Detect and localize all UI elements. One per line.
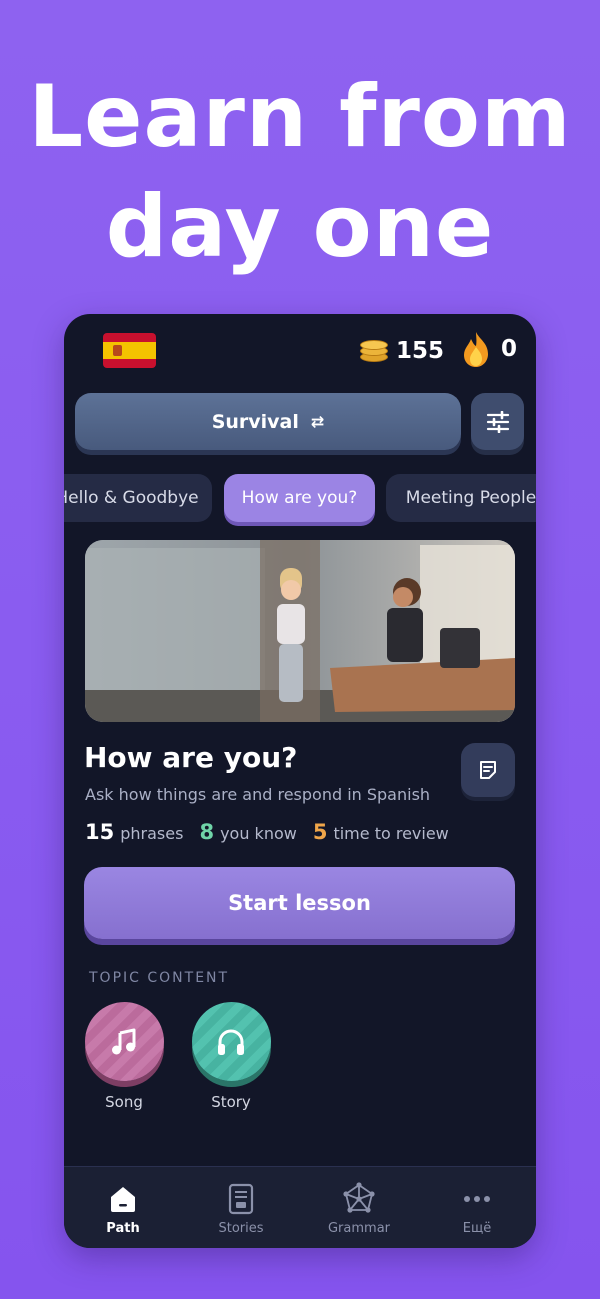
nav-label: Stories	[218, 1221, 264, 1236]
flame-icon	[464, 332, 488, 367]
nav-label: Ещё	[462, 1221, 492, 1236]
sliders-icon	[486, 410, 509, 433]
more-icon	[464, 1196, 490, 1202]
nav-path[interactable]: Path	[64, 1167, 182, 1248]
story-item[interactable]: Story	[191, 1002, 271, 1111]
phrases-label: phrases	[120, 824, 184, 843]
nav-label: Path	[106, 1221, 140, 1236]
coins-counter[interactable]: 155	[360, 338, 444, 364]
topic-content-heading: TOPIC CONTENT	[89, 970, 230, 986]
tab-hello-goodbye[interactable]: Hello & Goodbye	[64, 474, 212, 522]
lesson-illustration	[85, 540, 515, 722]
tab-label: Meeting People	[405, 488, 536, 508]
nav-grammar[interactable]: Grammar	[300, 1167, 418, 1248]
streak-counter[interactable]: 0	[459, 330, 517, 368]
coins-icon	[360, 340, 390, 362]
notes-button[interactable]	[461, 743, 515, 797]
music-note-icon	[112, 1028, 136, 1054]
song-item[interactable]: Song	[84, 1002, 164, 1111]
phone-screen: 155 0 Survival ⇄ Hello & Goodbye How are…	[64, 314, 536, 1248]
lesson-title: How are you?	[84, 741, 298, 774]
course-label: Survival	[211, 410, 299, 433]
song-label: Song	[105, 1093, 143, 1111]
phrases-count: 15	[85, 820, 115, 844]
bottom-navigation: Path Stories Grammar Ещё	[64, 1166, 536, 1248]
lesson-stats: 15 phrases 8 you know 5 time to review	[85, 820, 449, 844]
known-count: 8	[199, 820, 215, 844]
tab-meeting-people[interactable]: Meeting People	[386, 474, 536, 522]
nav-stories[interactable]: Stories	[182, 1167, 300, 1248]
note-icon	[480, 761, 496, 779]
song-button[interactable]	[84, 1002, 164, 1081]
start-lesson-button[interactable]: Start lesson	[84, 867, 515, 939]
known-label: you know	[220, 824, 297, 843]
headline-line-2: day one	[105, 177, 495, 277]
book-icon	[228, 1183, 254, 1215]
headline: Learn from day one	[0, 62, 600, 282]
review-count: 5	[312, 820, 328, 844]
nav-more[interactable]: Ещё	[418, 1167, 536, 1248]
tab-label: Hello & Goodbye	[64, 488, 199, 508]
spain-flag-icon[interactable]	[103, 333, 156, 368]
streak-value: 0	[501, 336, 518, 362]
course-selector-button[interactable]: Survival ⇄	[75, 393, 461, 450]
story-button[interactable]	[191, 1002, 271, 1081]
tab-how-are-you[interactable]: How are you?	[224, 474, 375, 522]
network-icon	[343, 1182, 375, 1213]
lesson-subtitle: Ask how things are and respond in Spanis…	[85, 785, 431, 804]
story-label: Story	[211, 1093, 251, 1111]
headphones-icon	[218, 1029, 244, 1055]
review-label: time to review	[333, 824, 449, 843]
swap-arrows-icon: ⇄	[310, 412, 325, 431]
topic-tabs: Hello & Goodbye How are you? Meeting Peo…	[64, 474, 536, 524]
headline-line-1: Learn from	[28, 67, 572, 167]
nav-label: Grammar	[327, 1221, 391, 1236]
coins-value: 155	[396, 338, 445, 364]
filter-settings-button[interactable]	[471, 393, 524, 450]
home-icon	[111, 1187, 135, 1212]
tab-label: How are you?	[241, 488, 358, 508]
